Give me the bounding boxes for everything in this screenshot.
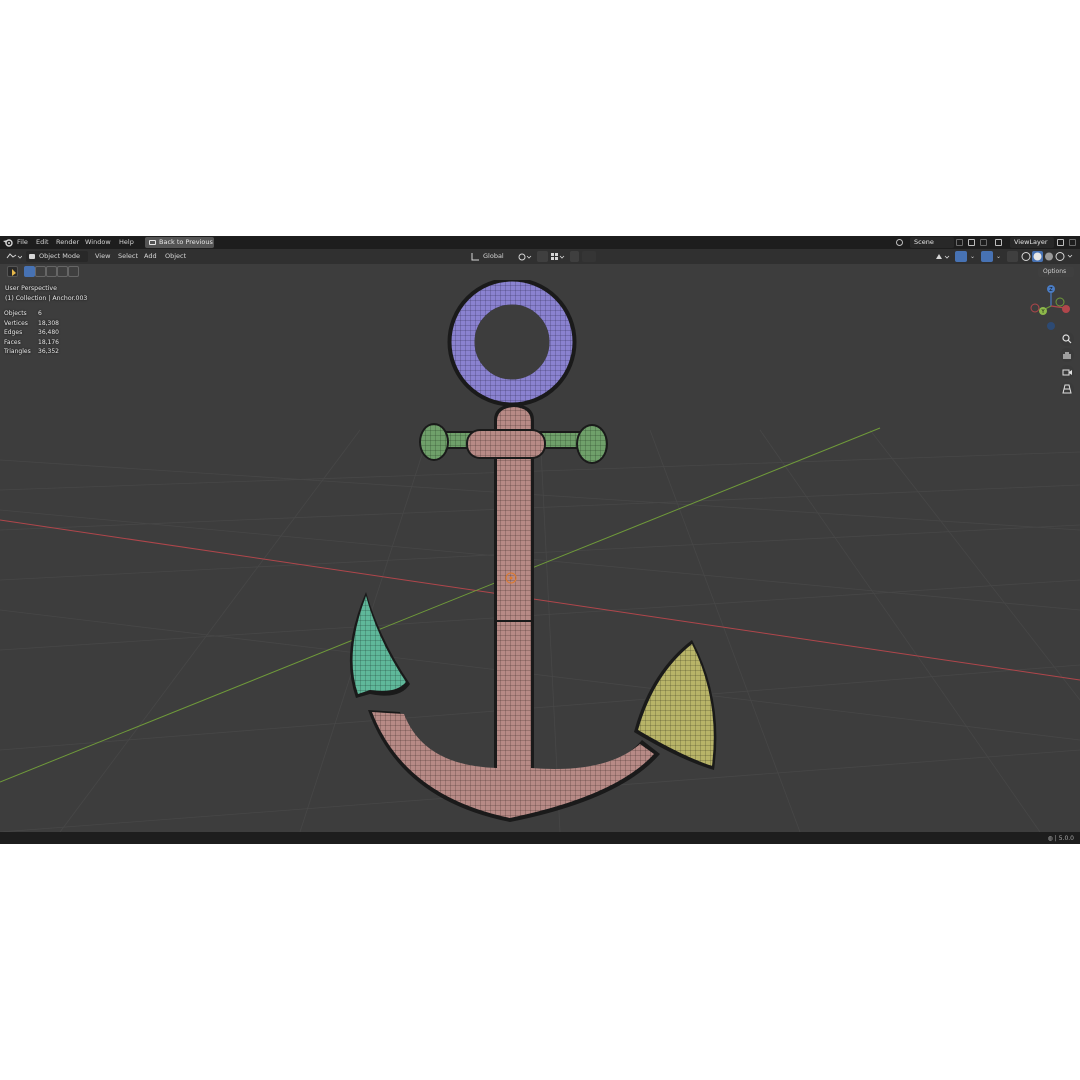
new-scene-icon[interactable] xyxy=(968,239,975,246)
snap-target-icon[interactable] xyxy=(550,252,566,261)
options-label: Options xyxy=(1043,268,1067,275)
anchor-stock[interactable] xyxy=(419,423,608,464)
x-axis-line xyxy=(0,519,1080,681)
editor-type-icon[interactable] xyxy=(6,252,22,261)
select-intersect-mode-icon[interactable] xyxy=(68,266,79,277)
anchor-arms[interactable] xyxy=(368,620,660,822)
menu-help[interactable]: Help xyxy=(119,238,134,247)
version-number: 5.0.0 xyxy=(1058,835,1074,842)
stat-objects: Objects 6 xyxy=(4,310,42,317)
view-name: User Perspective xyxy=(5,285,57,292)
anchor-fluke-left[interactable] xyxy=(349,592,410,698)
view-layer-name: ViewLayer xyxy=(1014,238,1048,246)
globe-icon: ◍ xyxy=(1047,835,1053,842)
viewport-3d[interactable] xyxy=(0,280,1080,832)
xray-toggle-button[interactable] xyxy=(1007,251,1018,262)
object-mode-label: Object Mode xyxy=(39,252,80,260)
back-icon xyxy=(149,240,156,245)
scene-selector[interactable]: Scene xyxy=(910,237,954,248)
shading-mode-buttons[interactable] xyxy=(1020,251,1076,262)
anchor-ring[interactable] xyxy=(447,280,577,407)
transform-orientation-dropdown[interactable]: Global xyxy=(483,252,504,261)
scene-statistics: Objects 6 Vertices 18,308 Edges 36,480 Face… xyxy=(4,310,84,358)
back-to-previous-button[interactable]: Back to Previous xyxy=(145,237,214,248)
scene-name: Scene xyxy=(914,238,934,246)
stat-vertices: Vertices 18,308 xyxy=(4,319,59,327)
pin-icon[interactable] xyxy=(956,239,963,246)
viewport-info: User Perspective (1) Collection | Anchor… xyxy=(5,284,87,304)
scene-icon[interactable] xyxy=(896,239,903,246)
view-layer-icon[interactable] xyxy=(995,239,1002,246)
options-dropdown[interactable]: Options xyxy=(1038,267,1074,277)
stat-edges: Edges 36,480 xyxy=(4,329,59,337)
select-new-mode-icon[interactable] xyxy=(24,266,35,277)
menu-object[interactable]: Object xyxy=(165,252,186,261)
pivot-point-icon[interactable] xyxy=(518,252,532,261)
zoom-icon[interactable] xyxy=(1060,332,1074,346)
tool-header xyxy=(0,264,100,280)
gizmo-dropdown[interactable]: ⌄ xyxy=(968,251,977,262)
top-bar: File Edit Render Window Help Back to Pre… xyxy=(0,236,1080,249)
status-bar: ◍ | 5.0.0 xyxy=(0,832,1080,844)
transform-orientation-icon xyxy=(471,253,479,261)
menu-select[interactable]: Select xyxy=(118,252,138,261)
stat-faces: Faces 18,176 xyxy=(4,338,59,346)
version-label: ◍ | 5.0.0 xyxy=(1047,835,1074,842)
new-view-layer-icon[interactable] xyxy=(1057,239,1064,246)
menu-view[interactable]: View xyxy=(95,252,110,261)
blender-logo-icon[interactable] xyxy=(3,238,13,247)
camera-view-icon[interactable] xyxy=(1060,365,1074,379)
select-invert-mode-icon[interactable] xyxy=(57,266,68,277)
visibility-icon[interactable] xyxy=(935,252,951,261)
overlays-toggle-button[interactable] xyxy=(981,251,993,262)
object-mode-dropdown[interactable]: Object Mode xyxy=(26,251,88,262)
y-axis-line xyxy=(0,427,881,783)
menu-render[interactable]: Render xyxy=(56,238,79,247)
menu-file[interactable]: File xyxy=(17,238,28,247)
viewport-header: Object Mode View Select Add Object Globa… xyxy=(0,249,1080,264)
pan-hand-icon[interactable] xyxy=(1060,348,1074,362)
delete-scene-icon[interactable] xyxy=(980,239,987,246)
active-tool-icon[interactable] xyxy=(7,266,18,277)
snap-toggle-button[interactable] xyxy=(537,251,548,262)
object-mode-icon xyxy=(29,254,35,259)
proportional-edit-button[interactable] xyxy=(570,251,579,262)
menu-window[interactable]: Window xyxy=(85,238,111,247)
blender-window: File Edit Render Window Help Back to Pre… xyxy=(0,236,1080,844)
overlays-dropdown[interactable]: ⌄ xyxy=(994,251,1003,262)
perspective-toggle-icon[interactable] xyxy=(1060,382,1074,396)
select-extend-mode-icon[interactable] xyxy=(35,266,46,277)
delete-view-layer-icon[interactable] xyxy=(1069,239,1076,246)
gizmo-toggle-button[interactable] xyxy=(955,251,967,262)
menu-edit[interactable]: Edit xyxy=(36,238,49,247)
active-collection-object: (1) Collection | Anchor.003 xyxy=(5,295,88,302)
navigation-gizmo[interactable]: Z Y xyxy=(1025,282,1075,332)
back-to-previous-label: Back to Previous xyxy=(159,238,213,246)
menu-add[interactable]: Add xyxy=(144,252,157,261)
select-subtract-mode-icon[interactable] xyxy=(46,266,57,277)
stat-triangles: Triangles 36,352 xyxy=(4,348,59,356)
view-layer-selector[interactable]: ViewLayer xyxy=(1010,237,1054,248)
proportional-falloff-button[interactable] xyxy=(582,251,596,262)
gizmo-z-label: Z xyxy=(1049,287,1053,293)
